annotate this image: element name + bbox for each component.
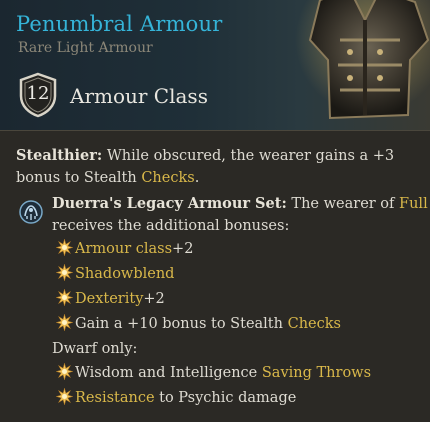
set-bonus-line-2: receives the additional bonuses: [52, 218, 290, 234]
set-bonus-icon [19, 200, 43, 224]
bonus-item: Gain a +10 bonus to Stealth Checks [56, 312, 430, 337]
set-bonus-text: The wearer of [286, 196, 400, 212]
item-rarity-type: Rare Light Armour [18, 40, 153, 56]
item-tooltip: Penumbral Armour Rare Light Armour 12 Ar… [0, 0, 430, 422]
passive-description: Stealthier: While obscured, the wearer g… [16, 145, 416, 189]
armour-class-label: Armour Class [70, 84, 208, 108]
bonus-item: Wisdom and Intelligence Saving Throws [56, 361, 430, 386]
bonus-star-icon [56, 388, 73, 405]
bonus-text: +2 [143, 291, 165, 307]
bonus-text: Gain a +10 bonus to Stealth [75, 316, 288, 332]
bonus-text: +2 [172, 241, 194, 257]
bonus-text: to Psychic damage [154, 390, 297, 406]
bonus-keyword[interactable]: Resistance [75, 390, 155, 406]
keyword-checks[interactable]: Checks [141, 170, 194, 186]
bonus-star-icon [56, 289, 73, 306]
armour-class-value: 12 [26, 83, 50, 104]
passive-end: . [194, 170, 200, 186]
bonus-item: Shadowblend [56, 262, 430, 287]
bonus-keyword[interactable]: Checks [288, 316, 341, 332]
bonus-star-icon [56, 239, 73, 256]
item-name: Penumbral Armour [16, 12, 223, 36]
bonus-star-icon [56, 264, 73, 281]
set-bonus-line: Duerra's Legacy Armour Set: The wearer o… [52, 193, 430, 215]
bonus-item: Armour class+2 [56, 237, 430, 262]
tooltip-header: Penumbral Armour Rare Light Armour 12 Ar… [0, 0, 430, 131]
bonus-keyword[interactable]: Saving Throws [262, 365, 371, 381]
bonus-keyword[interactable]: Dexterity [75, 291, 143, 307]
set-bonus-name: Duerra's Legacy Armour Set: [52, 195, 287, 212]
set-bonus-block: Duerra's Legacy Armour Set: The wearer o… [52, 193, 430, 411]
bonus-keyword[interactable]: Armour class [75, 241, 172, 257]
armour-item-art [295, 0, 430, 120]
bonus-item: Resistance to Psychic damage [56, 386, 430, 411]
bonus-star-icon [56, 314, 73, 331]
bonus-item: Dexterity+2 [56, 287, 430, 312]
bonus-star-icon [56, 363, 73, 380]
passive-name: Stealthier: [16, 147, 103, 164]
tooltip-body: Stealthier: While obscured, the wearer g… [0, 131, 430, 422]
set-bonus-list: Armour class+2 Shadowblend Dexterity+2 Gain… [52, 237, 430, 337]
dwarf-only-label: Dwarf only: [52, 341, 138, 357]
bonus-keyword[interactable]: Shadowblend [75, 266, 174, 282]
bonus-text: Wisdom and Intelligence [75, 365, 262, 381]
keyword-full-set[interactable]: Full Set [399, 196, 430, 212]
dwarf-bonus-list: Wisdom and Intelligence Saving Throws Res… [52, 361, 430, 411]
